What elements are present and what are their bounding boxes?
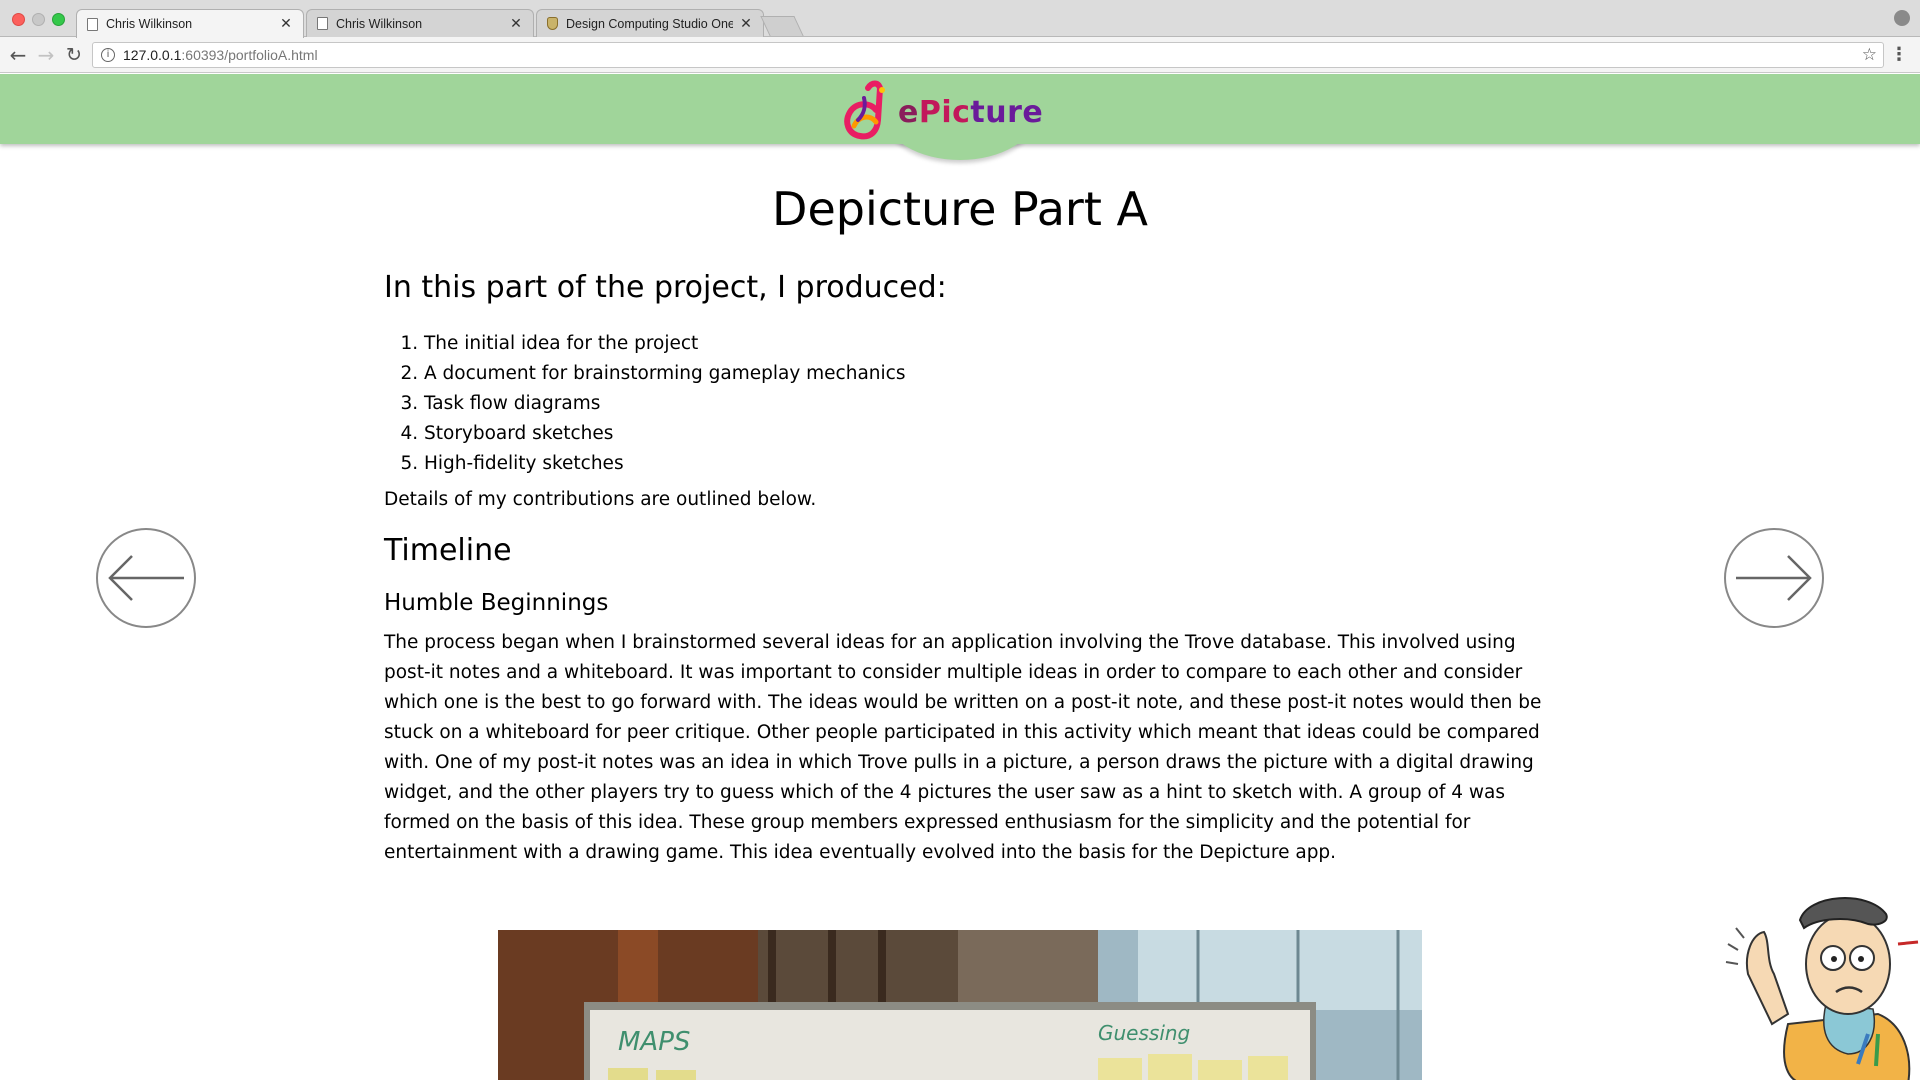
- page-icon: [87, 17, 98, 31]
- url-host: 127.0.0.1: [123, 47, 182, 63]
- section-body: The process began when I brainstormed se…: [384, 632, 1542, 863]
- whiteboard-word: Guessing: [1098, 1021, 1190, 1045]
- section-heading: Humble Beginnings: [384, 590, 609, 616]
- brainstorm-photo: MAPS Guessing: [498, 930, 1422, 1080]
- list-item: Storyboard sketches: [424, 419, 1544, 449]
- page-icon: [317, 17, 328, 30]
- browser-toolbar: ← → ↻ i 127.0.0.1:60393/portfolioA.html …: [0, 37, 1920, 73]
- new-tab-button[interactable]: [760, 16, 804, 36]
- intro-heading: In this part of the project, I produced:: [384, 270, 947, 305]
- info-icon[interactable]: i: [101, 48, 115, 62]
- back-button[interactable]: ←: [6, 43, 30, 67]
- list-item: Task flow diagrams: [424, 389, 1544, 419]
- profile-icon[interactable]: [1894, 10, 1910, 26]
- details-text: Details of my contributions are outlined…: [384, 489, 817, 510]
- previous-page-button[interactable]: [96, 528, 196, 628]
- window-zoom-button[interactable]: [52, 13, 65, 26]
- tab-title: Chris Wilkinson: [336, 16, 423, 31]
- arrow-left-icon: [108, 555, 184, 601]
- forward-button[interactable]: →: [34, 43, 58, 67]
- list-item: A document for brainstorming gameplay me…: [424, 359, 1544, 389]
- logo-text: ePicture: [898, 94, 1044, 130]
- whiteboard-photo-image: MAPS Guessing: [498, 930, 1422, 1080]
- window-minimize-button[interactable]: [32, 13, 45, 26]
- browser-tab-1[interactable]: Chris Wilkinson ✕: [76, 9, 304, 38]
- arrow-right-icon: [1736, 555, 1812, 601]
- window-close-button[interactable]: [12, 13, 25, 26]
- browser-menu-icon[interactable]: ⋮: [1890, 44, 1908, 65]
- tab-title: Design Computing Studio One: [566, 16, 733, 31]
- whiteboard-word: MAPS: [618, 1027, 690, 1057]
- produced-list: The initial idea for the project A docum…: [424, 329, 1544, 479]
- painter-mascot-image: [1725, 897, 1919, 1080]
- tab-title: Chris Wilkinson: [106, 17, 193, 31]
- page-title: Depicture Part A: [772, 182, 1148, 236]
- browser-tab-3[interactable]: Design Computing Studio One ✕: [536, 9, 764, 37]
- next-page-button[interactable]: [1724, 528, 1824, 628]
- close-icon[interactable]: ✕: [279, 16, 293, 32]
- logo-mark-icon: [844, 80, 885, 140]
- web-page: ePicture Depicture Part A In this part o…: [0, 74, 1920, 1080]
- browser-tab-bar: Chris Wilkinson ✕ Chris Wilkinson ✕ Desi…: [0, 0, 1920, 38]
- main-content: In this part of the project, I produced:…: [384, 270, 1544, 868]
- site-logo[interactable]: ePicture: [842, 80, 1082, 144]
- timeline-heading: Timeline: [384, 533, 512, 568]
- address-bar[interactable]: i 127.0.0.1:60393/portfolioA.html ☆: [92, 42, 1884, 68]
- crest-icon: [547, 17, 558, 30]
- browser-tab-2[interactable]: Chris Wilkinson ✕: [306, 9, 534, 37]
- list-item: High-fidelity sketches: [424, 449, 1544, 479]
- url-path: :60393/portfolioA.html: [181, 47, 318, 63]
- close-icon[interactable]: ✕: [509, 16, 523, 32]
- list-item: The initial idea for the project: [424, 329, 1544, 359]
- bookmark-star-icon[interactable]: ☆: [1862, 45, 1877, 65]
- painter-mascot: [1708, 864, 1920, 1080]
- reload-button[interactable]: ↻: [62, 43, 86, 67]
- close-icon[interactable]: ✕: [739, 16, 753, 32]
